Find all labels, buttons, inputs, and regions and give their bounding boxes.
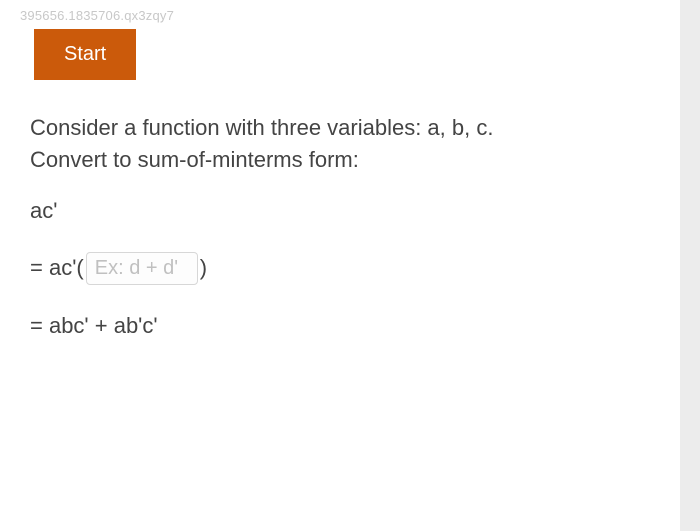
watermark-id: 395656.1835706.qx3zqy7: [0, 0, 680, 29]
right-gutter: [680, 0, 700, 531]
prompt-line-2: Convert to sum-of-minterms form:: [30, 144, 650, 176]
start-button[interactable]: Start: [34, 29, 136, 80]
expression-step2: = abc' + ab'c': [30, 313, 650, 339]
question-content: Consider a function with three variables…: [0, 80, 680, 339]
step1-suffix: ): [200, 255, 207, 281]
answer-input[interactable]: [86, 252, 198, 285]
expression-given: ac': [30, 198, 650, 224]
expression-step1: = ac'( ): [30, 252, 650, 285]
step1-prefix: = ac'(: [30, 255, 84, 281]
prompt-line-1: Consider a function with three variables…: [30, 112, 650, 144]
